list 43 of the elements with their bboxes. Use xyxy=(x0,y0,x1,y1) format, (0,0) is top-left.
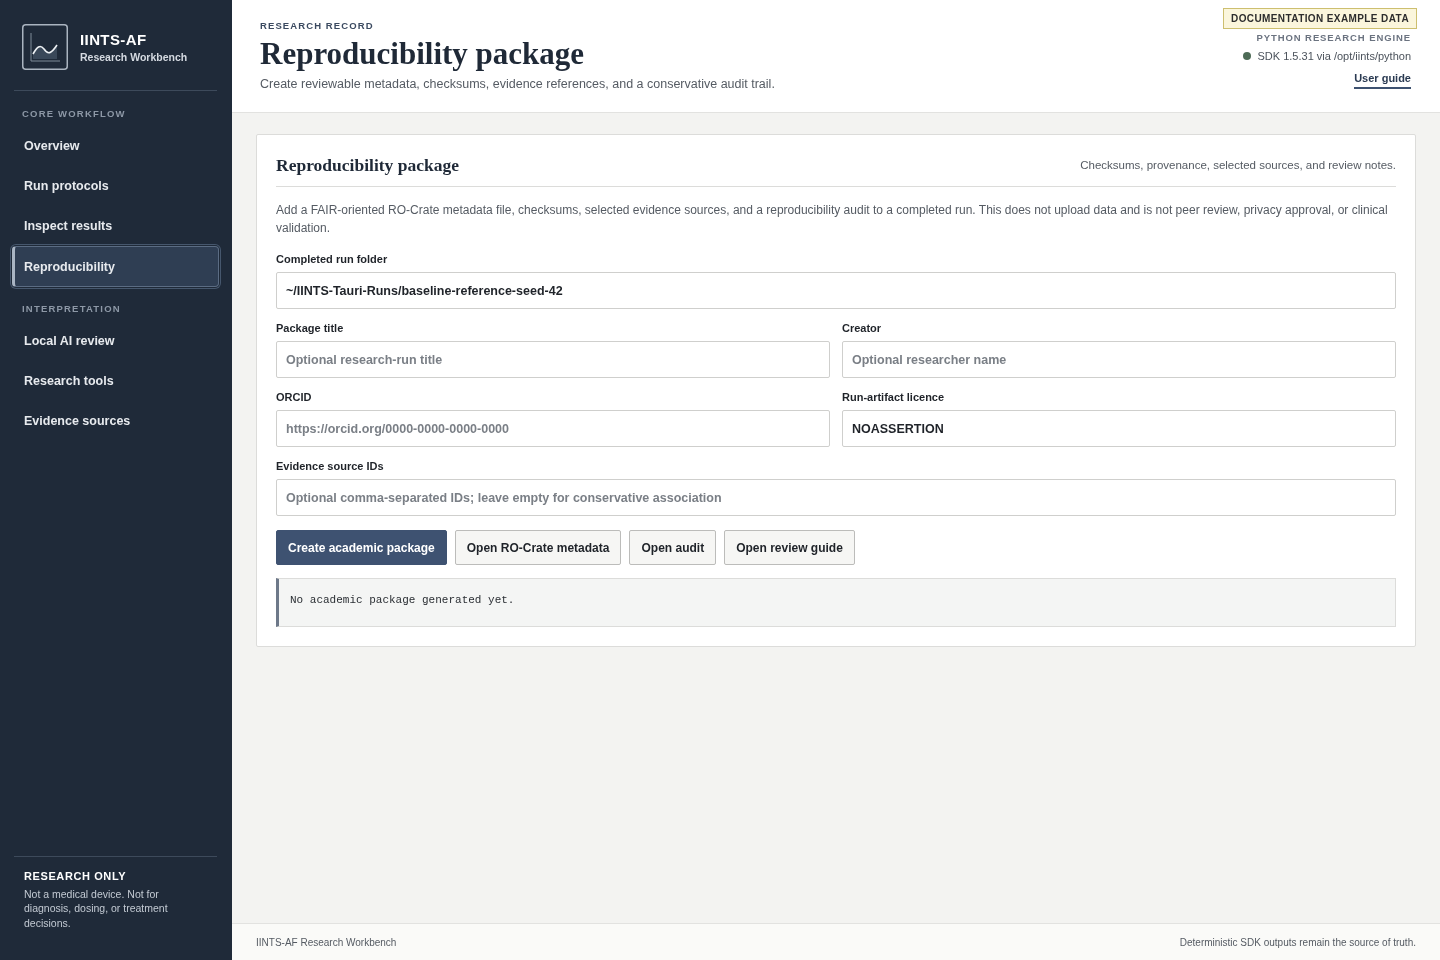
example-data-badge: DOCUMENTATION EXAMPLE DATA xyxy=(1223,8,1417,29)
action-button[interactable]: Open RO-Crate metadata xyxy=(454,530,622,565)
card-summary: Checksums, provenance, selected sources, and review notes. xyxy=(1080,159,1396,171)
field-label: Evidence source IDs xyxy=(276,459,385,473)
field-label: ORCID xyxy=(276,390,313,404)
page-subtitle: Create reviewable metadata, checksums, evidence references, and a conservative audit trail. xyxy=(260,77,775,91)
footer-text: IINTS-AF Research Workbench xyxy=(256,936,397,948)
eyebrow-label: RESEARCH RECORD xyxy=(260,20,375,31)
action-button[interactable]: Open review guide xyxy=(724,530,855,565)
field-label: Run-artifact licence xyxy=(842,390,946,404)
text-input[interactable]: https://orcid.org/0000-0000-0000-0000 xyxy=(276,410,830,447)
engine-label: PYTHON RESEARCH ENGINE xyxy=(1256,32,1411,43)
notice-title: RESEARCH ONLY xyxy=(24,869,128,882)
create-package-button[interactable]: Create academic package xyxy=(276,530,447,565)
footer-note: Deterministic SDK outputs remain the source of truth. xyxy=(1179,936,1416,948)
nav-item[interactable]: Overview xyxy=(12,126,219,166)
nav-item[interactable]: Run protocols xyxy=(12,166,219,206)
field-label: Creator xyxy=(842,321,883,335)
output-log: No academic package generated yet. xyxy=(276,578,1396,627)
user-guide-link[interactable]: User guide xyxy=(1354,72,1411,89)
text-input[interactable]: Optional researcher name xyxy=(842,341,1396,378)
text-input[interactable]: NOASSERTION xyxy=(842,410,1396,447)
page-title: Reproducibility package xyxy=(260,36,586,72)
nav-item[interactable]: Inspect results xyxy=(12,206,219,246)
nav-item[interactable]: Research tools xyxy=(12,361,219,401)
text-input[interactable]: Optional comma-separated IDs; leave empty for conservative association xyxy=(276,479,1396,516)
section-heading: CORE WORKFLOW xyxy=(21,109,127,119)
text-input[interactable]: Optional research-run title xyxy=(276,341,830,378)
action-button[interactable]: Open audit xyxy=(629,530,717,565)
line-chart-icon xyxy=(22,24,68,70)
brand-subtitle: Research Workbench xyxy=(80,51,188,63)
card-description: Add a FAIR-oriented RO-Crate metadata file, checksums, selected evidence sources, and a reproducibility audit to a completed run. This does not upload data and is not peer review, privacy approval, or clinical validation. xyxy=(276,202,1389,237)
brand-title: IINTS-AF xyxy=(80,31,148,48)
card-title: Reproducibility package xyxy=(276,154,459,176)
field-label: Package title xyxy=(276,321,345,335)
text-input[interactable]: ~/IINTS-Tauri-Runs/baseline-reference-seed-42 xyxy=(276,272,1396,309)
section-heading: INTERPRETATION xyxy=(21,304,122,314)
nav-item[interactable]: Local AI review xyxy=(12,321,219,361)
engine-status: SDK 1.5.31 via /opt/iints/python xyxy=(1257,50,1411,62)
nav-item[interactable]: Evidence sources xyxy=(12,401,219,441)
notice-text: Not a medical device. Not for diagnosis, dosing, or treatment decisions. xyxy=(24,886,169,930)
nav-item[interactable]: Reproducibility xyxy=(12,246,219,287)
field-label: Completed run folder xyxy=(276,252,389,266)
